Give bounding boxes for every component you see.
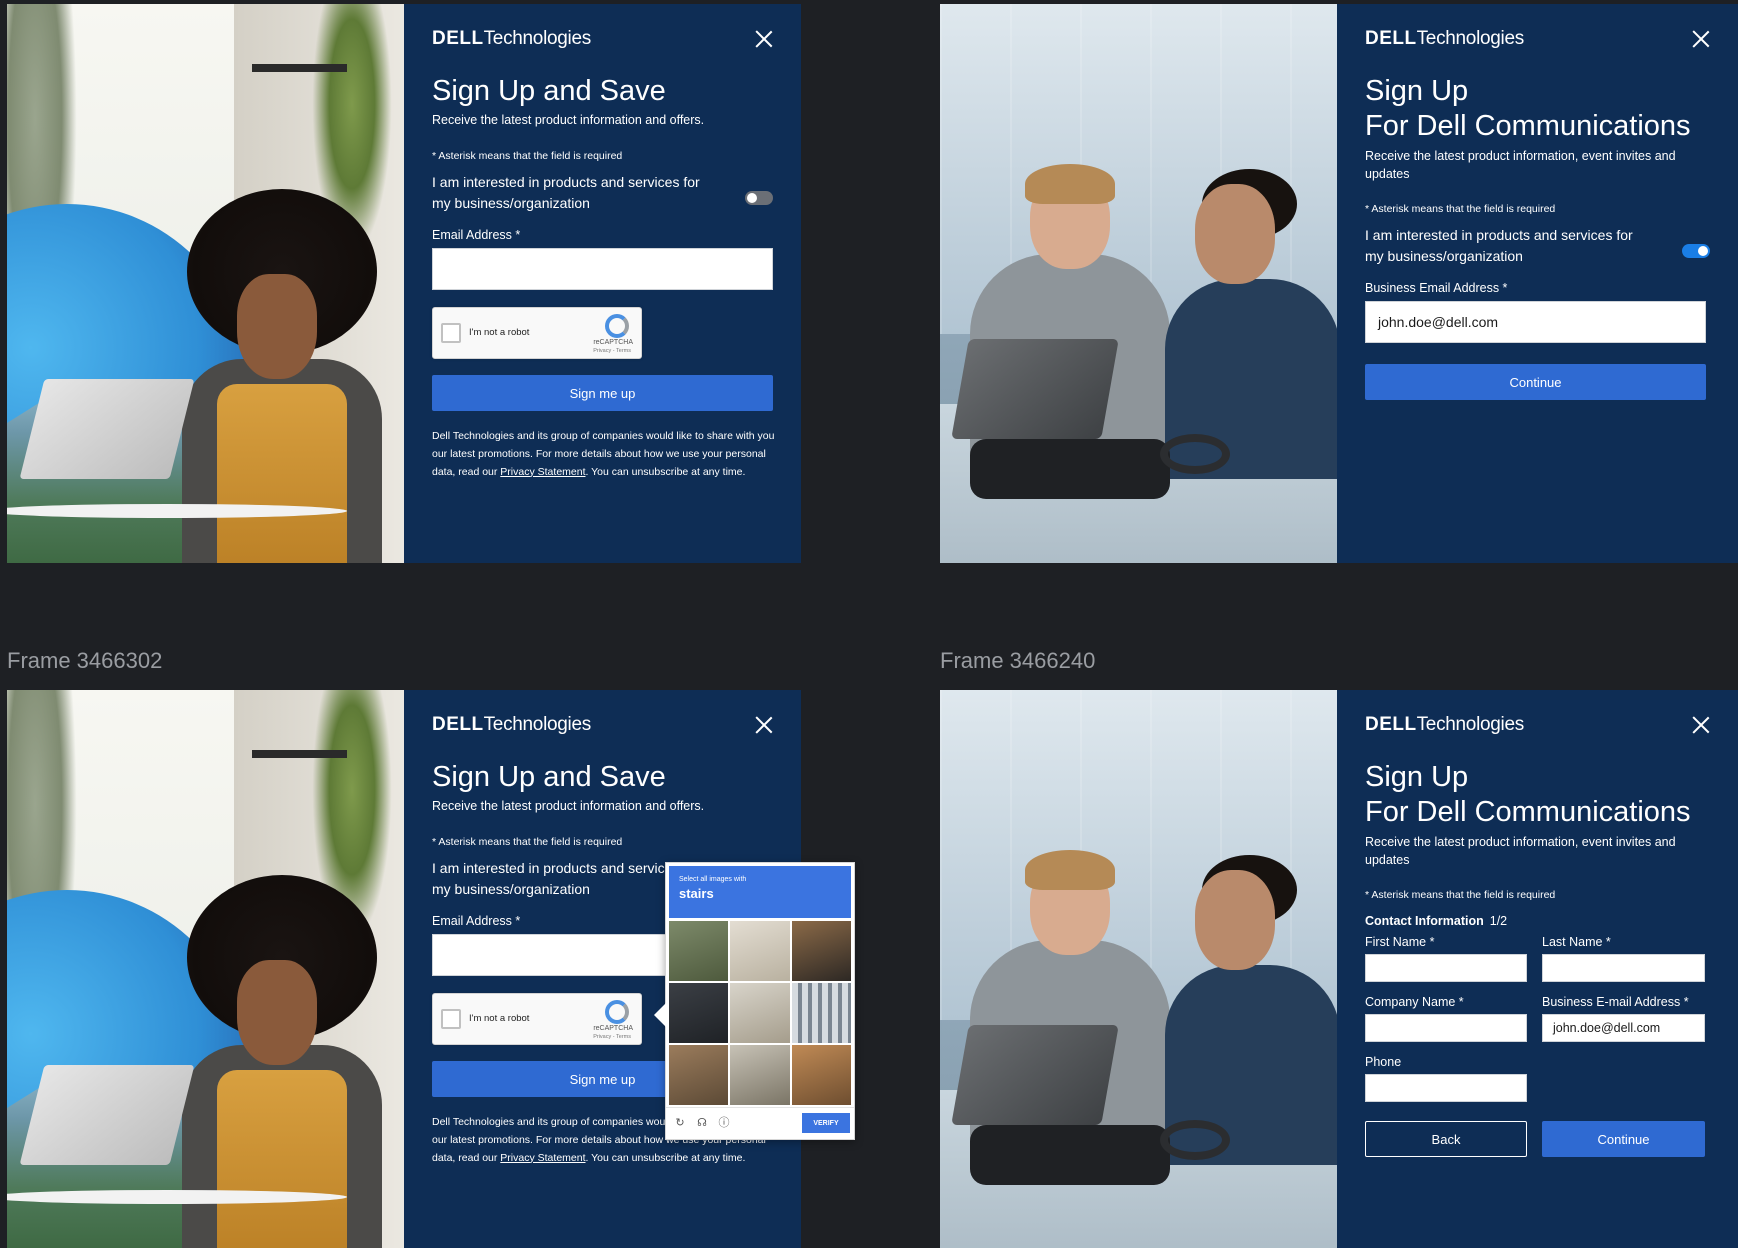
- challenge-keyword: stairs: [679, 886, 714, 901]
- challenge-tile[interactable]: [669, 983, 729, 1043]
- challenge-tile[interactable]: [730, 921, 790, 981]
- verify-button[interactable]: VERIFY: [802, 1113, 850, 1133]
- modal-subtitle: Receive the latest product information a…: [432, 113, 705, 127]
- recaptcha-brand: reCAPTCHA: [593, 339, 633, 346]
- close-icon[interactable]: [753, 714, 775, 736]
- audio-icon[interactable]: ☊: [696, 1117, 708, 1129]
- recaptcha-icon: [605, 1000, 629, 1024]
- business-email-field[interactable]: john.doe@dell.com: [1542, 1014, 1705, 1042]
- hero-photo-office-colleagues: [940, 690, 1337, 1248]
- challenge-tile[interactable]: [791, 983, 851, 1043]
- challenge-tile[interactable]: [669, 921, 729, 981]
- dell-technologies-logo: DELLTechnologies: [1365, 28, 1524, 49]
- modal-subtitle: Receive the latest product information, …: [1365, 149, 1676, 182]
- company-name-field[interactable]: [1365, 1014, 1527, 1042]
- phone-label: Phone: [1365, 1055, 1402, 1069]
- challenge-footer: ↻ ☊ ⓘ VERIFY: [666, 1107, 854, 1139]
- close-icon[interactable]: [753, 28, 775, 50]
- recaptcha-checkbox[interactable]: [441, 1009, 461, 1029]
- signup-panel: DELLTechnologies Sign Up and Save Receiv…: [404, 4, 801, 563]
- challenge-header: Select all images with stairs: [669, 866, 851, 918]
- privacy-disclaimer: Dell Technologies and its group of compa…: [432, 430, 775, 478]
- modal-title: Sign Up and Save: [432, 75, 666, 107]
- business-email-label: Business Email Address *: [1365, 281, 1508, 295]
- communications-panel: DELLTechnologies Sign Up For Dell Communi…: [1337, 4, 1738, 563]
- close-icon[interactable]: [1690, 28, 1712, 50]
- challenge-tile[interactable]: [730, 983, 790, 1043]
- business-email-field[interactable]: john.doe@dell.com: [1365, 301, 1706, 343]
- recaptcha-widget: I'm not a robot reCAPTCHA Privacy - Term…: [432, 993, 642, 1045]
- required-note: * Asterisk means that the field is requi…: [1365, 203, 1556, 215]
- contact-panel: DELLTechnologies Sign Up For Dell Communi…: [1337, 690, 1738, 1248]
- last-name-label: Last Name *: [1542, 935, 1611, 949]
- business-interest-label: I am interested in products and services…: [432, 174, 700, 211]
- close-icon[interactable]: [1690, 714, 1712, 736]
- recaptcha-terms-link[interactable]: Privacy - Terms: [593, 348, 631, 354]
- dell-technologies-logo: DELLTechnologies: [1365, 714, 1524, 735]
- phone-field[interactable]: [1365, 1074, 1527, 1102]
- hero-photo-woman-laptop: [7, 4, 404, 563]
- frame-label-bottom-right: Frame 3466240: [940, 648, 1096, 673]
- first-name-label: First Name *: [1365, 935, 1435, 949]
- email-field[interactable]: [432, 248, 773, 290]
- dell-technologies-logo: DELLTechnologies: [432, 714, 591, 735]
- required-note: * Asterisk means that the field is requi…: [1365, 889, 1556, 901]
- back-button[interactable]: Back: [1365, 1121, 1527, 1157]
- challenge-tile[interactable]: [791, 921, 851, 981]
- continue-button[interactable]: Continue: [1542, 1121, 1705, 1157]
- recaptcha-checkbox[interactable]: [441, 323, 461, 343]
- contact-section-heading: Contact Information 1/2: [1365, 914, 1508, 928]
- dell-technologies-logo: DELLTechnologies: [432, 28, 591, 49]
- recaptcha-challenge-popup: Select all images with stairs ↻ ☊ ⓘ VERI…: [654, 862, 855, 1140]
- company-name-label: Company Name *: [1365, 995, 1464, 1009]
- signup-contact-modal: DELLTechnologies Sign Up For Dell Communi…: [940, 690, 1738, 1248]
- first-name-field[interactable]: [1365, 954, 1527, 982]
- challenge-image-grid: [669, 921, 851, 1105]
- hero-photo-woman-laptop: [7, 690, 404, 1248]
- challenge-instruction: Select all images with: [679, 876, 747, 883]
- recaptcha-brand: reCAPTCHA: [593, 1025, 633, 1032]
- business-email-label: Business E-mail Address *: [1542, 995, 1689, 1009]
- last-name-field[interactable]: [1542, 954, 1705, 982]
- hero-photo-office-colleagues: [940, 4, 1337, 563]
- challenge-tile[interactable]: [669, 1045, 729, 1105]
- modal-title: Sign Up and Save: [432, 761, 666, 793]
- frame-label-bottom-left: Frame 3466302: [7, 648, 163, 673]
- business-interest-toggle[interactable]: [745, 191, 773, 205]
- signup-communications-modal: DELLTechnologies Sign Up For Dell Communi…: [940, 4, 1738, 563]
- modal-subtitle: Receive the latest product information a…: [432, 799, 705, 813]
- recaptcha-label: I'm not a robot: [469, 1013, 530, 1024]
- required-note: * Asterisk means that the field is requi…: [432, 150, 623, 162]
- continue-button[interactable]: Continue: [1365, 364, 1706, 400]
- step-indicator: 1/2: [1489, 914, 1508, 928]
- info-icon[interactable]: ⓘ: [718, 1117, 730, 1129]
- sign-me-up-button[interactable]: Sign me up: [432, 375, 773, 411]
- email-label: Email Address *: [432, 228, 521, 242]
- privacy-statement-link[interactable]: Privacy Statement: [500, 466, 585, 478]
- business-interest-label: I am interested in products and services…: [1365, 227, 1633, 264]
- recaptcha-label: I'm not a robot: [469, 327, 530, 338]
- recaptcha-icon: [605, 314, 629, 338]
- modal-subtitle: Receive the latest product information, …: [1365, 835, 1676, 868]
- modal-title: Sign Up For Dell Communications: [1365, 761, 1691, 828]
- recaptcha-widget: I'm not a robot reCAPTCHA Privacy - Term…: [432, 307, 642, 359]
- recaptcha-terms-link[interactable]: Privacy - Terms: [593, 1034, 631, 1040]
- privacy-statement-link[interactable]: Privacy Statement: [500, 1152, 585, 1164]
- email-label: Email Address *: [432, 914, 521, 928]
- challenge-tile[interactable]: [730, 1045, 790, 1105]
- challenge-tile[interactable]: [791, 1045, 851, 1105]
- business-interest-toggle[interactable]: [1682, 244, 1710, 258]
- required-note: * Asterisk means that the field is requi…: [432, 836, 623, 848]
- reload-icon[interactable]: ↻: [674, 1117, 686, 1129]
- signup-save-modal: DELLTechnologies Sign Up and Save Receiv…: [7, 4, 801, 563]
- modal-title: Sign Up For Dell Communications: [1365, 75, 1691, 142]
